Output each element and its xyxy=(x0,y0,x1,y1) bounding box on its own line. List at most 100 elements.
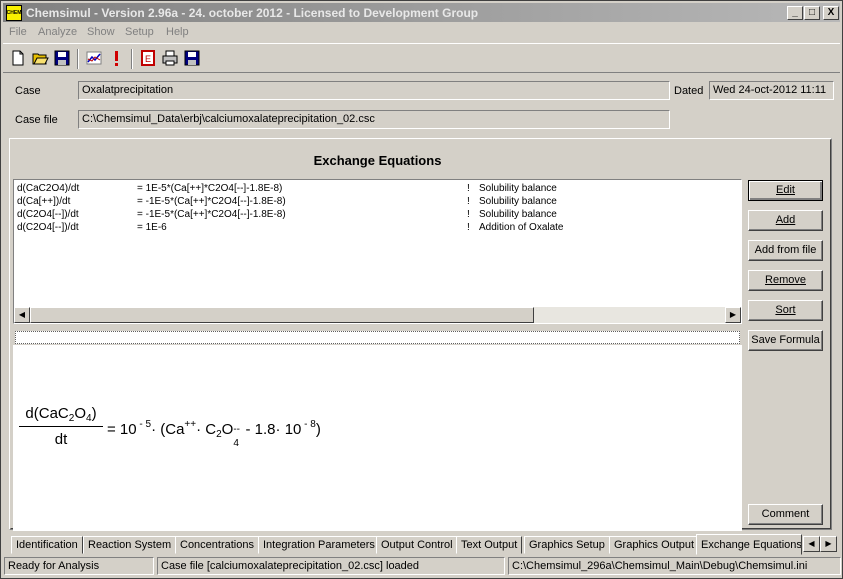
edit-button-label: Edit xyxy=(776,184,795,196)
equation-lhs: d(C2O4[--])/dt xyxy=(17,222,79,233)
report-icon[interactable]: E xyxy=(139,49,159,69)
rhs-sub: 4 xyxy=(233,438,239,449)
formula-preview: d(CaC2O4) dt = 10 - 5· (Ca++· C2O 4 -- - 1… xyxy=(13,345,742,531)
menu-help[interactable]: Help xyxy=(166,26,189,38)
formula-rhs: = 10 - 5· (Ca++· C2O 4 -- - 1.8· 10 - 8) xyxy=(107,419,321,449)
equation-comment: Solubility balance xyxy=(479,196,557,207)
list-item[interactable]: d(Ca[++])/dt = -1E-5*(Ca[++]*C2O4[--]-1.… xyxy=(17,196,737,209)
open-folder-icon[interactable] xyxy=(31,49,51,69)
status-ready: Ready for Analysis xyxy=(4,557,154,575)
save-formula-button[interactable]: Save Formula xyxy=(748,330,823,351)
formula-input[interactable] xyxy=(15,331,740,344)
list-item[interactable]: d(C2O4[--])/dt = 1E-6 ! Addition of Oxal… xyxy=(17,222,737,235)
sort-button-label: Sort xyxy=(775,304,796,316)
tab-graphics-output[interactable]: Graphics Output xyxy=(609,536,700,554)
case-field[interactable]: Oxalatprecipitation xyxy=(78,81,670,100)
maximize-button[interactable]: □ xyxy=(804,6,820,20)
case-file-field[interactable]: C:\Chemsimul_Data\erbj\calciumoxalatepre… xyxy=(78,110,670,129)
rhs-charge: -- xyxy=(233,424,241,435)
list-item[interactable]: d(C2O4[--])/dt = -1E-5*(Ca[++]*C2O4[--]-… xyxy=(17,209,737,222)
comment-marker: ! xyxy=(467,209,470,220)
numerator-text: O xyxy=(74,405,87,422)
title-bar[interactable]: CHEM Chemsimul - Version 2.96a - 24. oct… xyxy=(3,3,840,22)
menu-show[interactable]: Show xyxy=(87,26,115,38)
equation-comment: Addition of Oxalate xyxy=(479,222,564,233)
tab-reaction-system[interactable]: Reaction System xyxy=(83,536,177,554)
save-icon[interactable] xyxy=(53,49,73,69)
remove-button-label: Remove xyxy=(765,274,806,286)
sort-button[interactable]: Sort xyxy=(748,300,823,321)
equation-lhs: d(Ca[++])/dt xyxy=(17,196,71,207)
status-ini-path: C:\Chemsimul_296a\Chemsimul_Main\Debug\C… xyxy=(508,557,841,575)
chart-icon[interactable] xyxy=(85,49,105,69)
comment-marker: ! xyxy=(467,183,470,194)
equation-rhs: = 1E-6 xyxy=(137,222,167,233)
tab-identification[interactable]: Identification xyxy=(11,536,83,554)
scroll-left-icon[interactable]: ◀ xyxy=(14,307,30,323)
list-item[interactable]: d(CaC2O4)/dt = 1E-5*(Ca[++]*C2O4[--]-1.8… xyxy=(17,183,737,196)
scroll-right-icon[interactable]: ▶ xyxy=(725,307,741,323)
tab-integration-parameters[interactable]: Integration Parameters xyxy=(258,536,380,554)
tab-text-output[interactable]: Text Output xyxy=(456,536,523,554)
case-label: Case xyxy=(15,85,41,97)
toolbar-separator xyxy=(77,49,79,69)
case-file-label: Case file xyxy=(15,114,58,126)
equation-rhs: = -1E-5*(Ca[++]*C2O4[--]-1.8E-8) xyxy=(137,196,286,207)
new-file-icon[interactable] xyxy=(9,49,29,69)
dated-label: Dated xyxy=(674,85,704,97)
equation-list[interactable]: d(CaC2O4)/dt = 1E-5*(Ca[++]*C2O4[--]-1.8… xyxy=(13,179,742,324)
add-button-label: Add xyxy=(775,214,796,226)
menu-setup[interactable]: Setup xyxy=(125,26,154,38)
equation-rhs: = 1E-5*(Ca[++]*C2O4[--]-1.8E-8) xyxy=(137,183,283,194)
tab-scroll-right-icon[interactable]: ▶ xyxy=(820,536,837,552)
tab-output-control[interactable]: Output Control xyxy=(376,536,458,554)
menu-file[interactable]: File xyxy=(9,26,27,38)
formula-numerator: d(CaC2O4) xyxy=(19,405,103,424)
app-icon[interactable]: CHEM xyxy=(6,5,22,21)
panel-title: Exchange Equations xyxy=(313,153,442,168)
minimize-button[interactable]: _ xyxy=(787,6,803,20)
dated-field: Wed 24-oct-2012 11:11 xyxy=(709,81,834,100)
equation-lhs: d(CaC2O4)/dt xyxy=(17,183,80,194)
horizontal-scrollbar[interactable]: ◀ ▶ xyxy=(14,307,741,323)
equation-comment: Solubility balance xyxy=(479,209,557,220)
rhs-text: · C xyxy=(196,421,217,438)
rhs-text: ) xyxy=(315,421,321,438)
tab-concentrations[interactable]: Concentrations xyxy=(175,536,259,554)
save-disk-icon[interactable] xyxy=(183,49,203,69)
main-window: CHEM Chemsimul - Version 2.96a - 24. oct… xyxy=(0,0,843,579)
close-button[interactable]: X xyxy=(823,6,839,20)
tab-strip: Identification Reaction System Concentra… xyxy=(9,534,839,555)
print-icon[interactable] xyxy=(161,49,181,69)
fraction-bar xyxy=(19,426,103,427)
rhs-text: = 10 xyxy=(107,421,137,438)
status-message: Case file [calciumoxalateprecipitation_0… xyxy=(157,557,505,575)
equation-comment: Solubility balance xyxy=(479,183,557,194)
rhs-text: · (Ca xyxy=(151,421,185,438)
toolbar-separator xyxy=(131,49,133,69)
equation-lhs: d(C2O4[--])/dt xyxy=(17,209,79,220)
numerator-text: d(CaC xyxy=(25,405,69,422)
formula-denominator: dt xyxy=(54,431,68,448)
rhs-charge: ++ xyxy=(184,419,197,430)
menu-bar: File Analyze Show Setup Help xyxy=(3,23,840,42)
warning-exclamation-icon[interactable] xyxy=(107,49,127,69)
rhs-text: - 1.8· 10 xyxy=(241,421,302,438)
menu-analyze[interactable]: Analyze xyxy=(38,26,77,38)
tab-exchange-equations[interactable]: Exchange Equations xyxy=(696,534,802,555)
comment-marker: ! xyxy=(467,196,470,207)
add-from-file-button[interactable]: Add from file xyxy=(748,240,823,261)
window-title: Chemsimul - Version 2.96a - 24. october … xyxy=(26,6,479,20)
scroll-thumb[interactable] xyxy=(30,307,534,323)
remove-button[interactable]: Remove xyxy=(748,270,823,291)
tab-graphics-setup[interactable]: Graphics Setup xyxy=(524,536,610,554)
comment-marker: ! xyxy=(467,222,470,233)
comment-button[interactable]: Comment xyxy=(748,504,823,525)
add-button[interactable]: Add xyxy=(748,210,823,231)
edit-button[interactable]: Edit xyxy=(748,180,823,201)
rhs-exponent: - 8 xyxy=(301,419,316,430)
tab-scroll-left-icon[interactable]: ◀ xyxy=(803,536,820,552)
svg-text:E: E xyxy=(145,54,151,64)
rhs-text: O xyxy=(221,421,234,438)
rhs-exponent: - 5 xyxy=(136,419,152,430)
